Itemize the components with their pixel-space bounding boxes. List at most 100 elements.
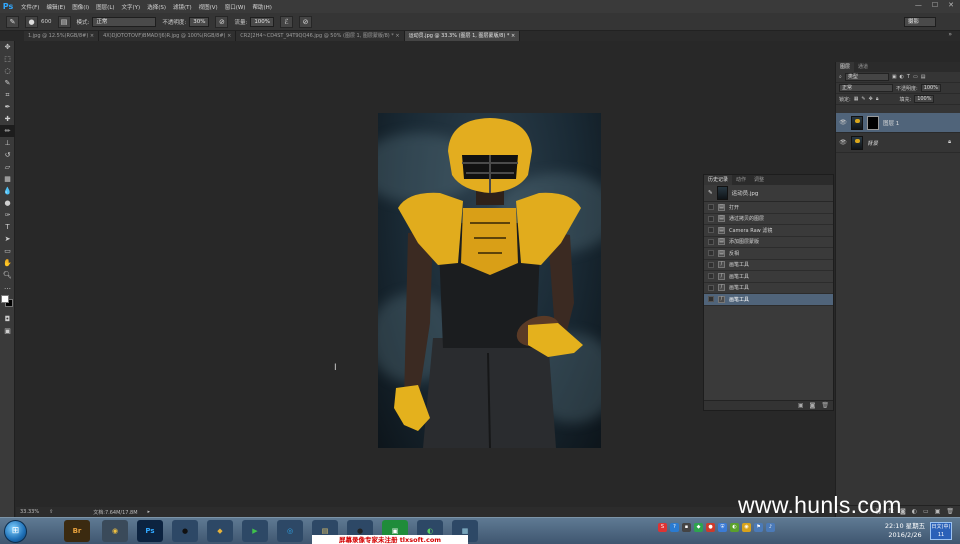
photoshop-app-icon[interactable]: Ps [137,520,163,542]
fill-input[interactable]: 100% [914,95,935,103]
layers-tab[interactable]: 通道 [854,62,872,72]
new-document-from-state-icon[interactable]: ▣ [798,402,804,409]
brush-size-picker[interactable]: ● 600 [25,15,52,28]
lock-all-icon[interactable]: 🔒︎ [876,96,879,102]
quick-select-tool-icon[interactable]: ✎ [0,77,15,89]
history-state[interactable]: ▤ 打开 [704,202,833,214]
history-state[interactable]: / 画笔工具 [704,294,833,306]
history-brush-source-box[interactable] [708,296,714,303]
close-tab-icon[interactable]: × [88,33,94,39]
pen-tool-icon[interactable]: ✑ [0,209,15,221]
tray-flag-icon[interactable]: ⚑ [754,523,763,532]
history-state[interactable]: ▤ 反相 [704,248,833,260]
menu-item[interactable]: 文字(Y) [122,3,141,11]
minimize-icon[interactable]: — [915,1,922,9]
adjustment-icon[interactable]: ◐ [912,508,917,515]
trash-icon[interactable]: 🗑︎ [946,508,954,515]
eye-app-icon[interactable]: ◉ [102,520,128,542]
type-tool-icon[interactable]: T [0,221,15,233]
layer-opacity-input[interactable]: 100% [920,84,941,92]
shape-tool-icon[interactable]: ▭ [0,245,15,257]
menu-item[interactable]: 编辑(E) [46,3,65,11]
tray-app-icon[interactable]: ◆ [694,523,703,532]
history-tab[interactable]: 动作 [732,175,750,185]
visibility-eye-icon[interactable]: 👁︎ [839,139,847,146]
cat-app-icon[interactable]: ◆ [207,520,233,542]
tray-red-icon[interactable]: ● [706,523,715,532]
document-tab[interactable]: 1.jpg @ 12.5%(RGB/8#) × [24,31,100,41]
visibility-eye-icon[interactable]: 👁︎ [839,119,847,126]
marquee-tool-icon[interactable]: ⬚ [0,53,15,65]
status-menu-icon[interactable]: ▸ [148,509,151,515]
blend-mode-select[interactable]: 正常 [839,84,893,92]
pressure-size-icon[interactable]: ⊘ [299,15,313,28]
clock[interactable]: 22:10 星期五 2016/2/26 [882,522,928,540]
screen-mode-icon[interactable]: ▣ [0,325,15,337]
layers-tab[interactable]: 图层 [836,62,855,72]
history-snapshot[interactable]: ✎ 运动员.jpg [704,185,833,202]
menu-item[interactable]: 文件(F) [21,3,39,11]
history-brush-tool-icon[interactable]: ↺ [0,149,15,161]
history-brush-source-box[interactable] [708,273,714,280]
document-tab[interactable]: CR2[2H4~CD4ST_94T9QQ46.jpg @ 50% (图层 1, … [236,31,405,41]
document-tab[interactable]: 4X)DJOTOTOVF)BMAD!J6)R.jpg @ 100%(RGB/8#… [99,31,237,41]
flow-input[interactable]: 100% [250,16,275,27]
brush-tool-icon[interactable]: ✏ [0,125,15,137]
more-tools-icon[interactable]: … [0,281,15,293]
lock-pixels-icon[interactable]: ▦ [854,96,859,102]
tray-sogou-icon[interactable]: S [658,523,667,532]
history-tab[interactable]: 调整 [750,175,768,185]
filter-type-icon[interactable]: T [907,74,910,80]
history-state[interactable]: / 画笔工具 [704,271,833,283]
brush-panel-toggle-icon[interactable]: ▤ [57,15,71,28]
tray-network-icon[interactable]: ▪ [682,523,691,532]
close-tab-icon[interactable]: × [394,33,399,39]
tool-preset-picker[interactable]: ✎ [6,15,19,28]
layer-mask-thumbnail[interactable] [867,115,879,130]
close-tab-icon[interactable]: × [226,33,231,39]
delete-state-icon[interactable]: 🗑︎ [821,402,829,409]
opacity-input[interactable]: 30% [189,16,210,27]
qq-app-icon[interactable]: ● [172,520,198,542]
color-swatches[interactable] [0,293,14,313]
menu-item[interactable]: 帮助(H) [252,3,271,11]
new-layer-icon[interactable]: ▣ [935,508,941,515]
filter-smart-icon[interactable]: ▤ [921,74,926,80]
share-icon[interactable]: ⇪ [49,509,53,515]
new-snapshot-icon[interactable]: ◙ [810,402,816,409]
start-button[interactable]: ⊞ [4,520,27,543]
history-state[interactable]: ▤ 通过拷贝的图层 [704,214,833,225]
layer-row[interactable]: 👁︎ 背景 🔒︎ [836,133,960,153]
tray-help-icon[interactable]: ? [670,523,679,532]
history-state[interactable]: / 画笔工具 [704,260,833,271]
tray-shield-icon[interactable]: ⛨ [718,523,727,532]
airbrush-icon[interactable]: ℰ [280,15,294,28]
document-tab[interactable]: 运动员.jpg @ 33.3% (图层 1, 图层蒙版/8) * × [404,31,521,41]
close-tab-icon[interactable]: × [509,33,515,39]
tray-yellow-icon[interactable]: ◉ [742,523,751,532]
zoom-level[interactable]: 33.33% [20,509,39,515]
move-tool-icon[interactable]: ✥ [0,41,15,53]
close-icon[interactable]: ✕ [948,1,954,9]
lock-move-icon[interactable]: ✥ [869,96,873,102]
gradient-tool-icon[interactable]: ▦ [0,173,15,185]
menu-item[interactable]: 窗口(W) [225,3,246,11]
ime-indicator[interactable]: 日文(中) 11 [930,522,952,540]
history-state[interactable]: / 画笔工具 [704,283,833,294]
layer-kind-select[interactable]: 类型 [844,73,889,81]
dodge-tool-icon[interactable]: ● [0,197,15,209]
path-select-tool-icon[interactable]: ➤ [0,233,15,245]
tray-volume-icon[interactable]: ♪ [766,523,775,532]
menu-item[interactable]: 选择(S) [147,3,166,11]
eraser-tool-icon[interactable]: ▱ [0,161,15,173]
history-brush-source-box[interactable] [708,227,714,234]
eyedropper-tool-icon[interactable]: ✒ [0,101,15,113]
group-icon[interactable]: ▭ [923,508,929,515]
history-tab[interactable]: 历史记录 [704,175,733,185]
lock-paint-icon[interactable]: ✎ [861,96,865,102]
healing-tool-icon[interactable]: ✚ [0,113,15,125]
foreground-color-swatch[interactable] [1,295,9,303]
filter-adjust-icon[interactable]: ◐ [900,74,904,80]
lasso-tool-icon[interactable]: ◌ [0,65,15,77]
snapshot-brush-source-icon[interactable]: ✎ [708,190,713,196]
